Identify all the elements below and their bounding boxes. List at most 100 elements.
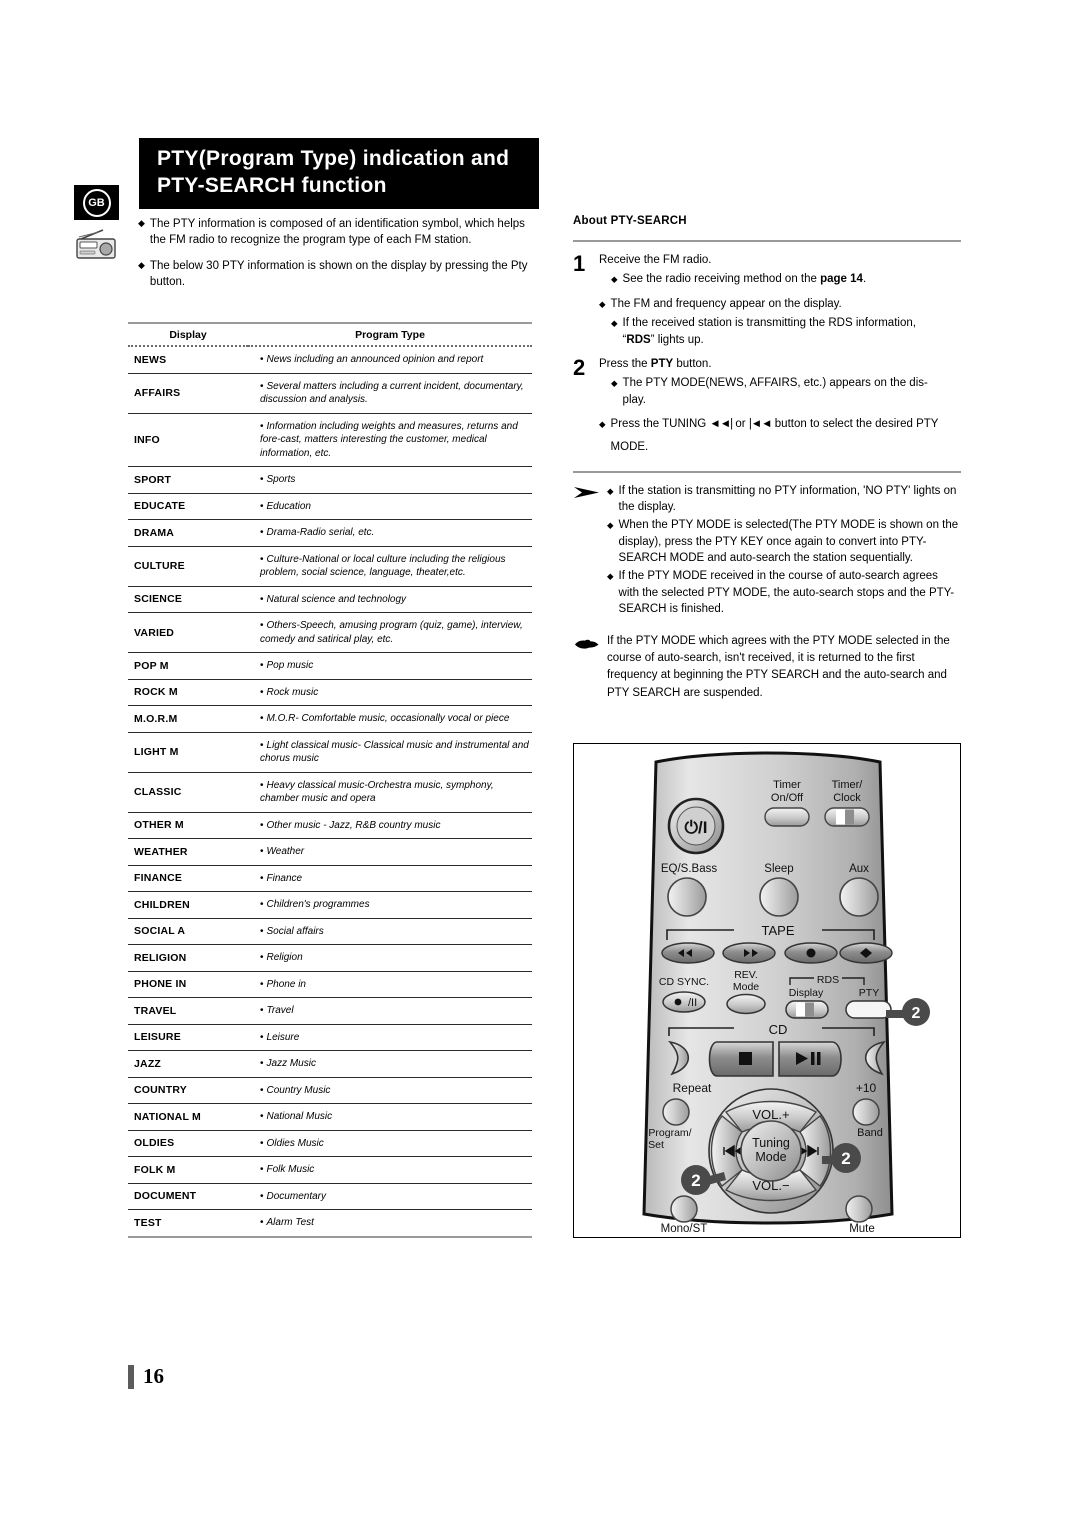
pty-program-type: • Several matters including a current inc… <box>248 373 532 414</box>
svg-text:Timer: Timer <box>773 779 801 791</box>
dot-bullet-icon: • <box>260 593 264 605</box>
intro-bullet-1-text: The PTY information is composed of an id… <box>149 218 525 247</box>
pty-display-code: COUNTRY <box>128 1077 248 1104</box>
table-row: VARIED • Others-Speech, amusing program (q… <box>128 612 532 653</box>
svg-text:2: 2 <box>691 1171 700 1190</box>
svg-text:2: 2 <box>912 1005 921 1022</box>
pty-display-code: NATIONAL M <box>128 1103 248 1131</box>
svg-text:Sleep: Sleep <box>764 863 793 875</box>
pty-program-type: • Folk Music <box>248 1156 532 1184</box>
table-row: NATIONAL M • National Music <box>128 1103 532 1131</box>
tuning-instruction-mid: or <box>735 418 746 431</box>
svg-text:TAPE: TAPE <box>762 923 795 938</box>
pty-program-type: • Others-Speech, amusing program (quiz, g… <box>248 612 532 653</box>
svg-text:RDS: RDS <box>817 974 839 986</box>
table-row: DRAMA • Drama-Radio serial, etc. <box>128 519 532 547</box>
locale-badge: GB <box>74 185 119 220</box>
section-divider <box>573 240 961 242</box>
pty-program-type: • Culture-National or local culture inclu… <box>248 546 532 587</box>
pty-display-code: LIGHT M <box>128 732 248 773</box>
table-row: RELIGION • Religion <box>128 944 532 972</box>
table-row: POP M • Pop music <box>128 652 532 680</box>
navigation-wheel: VOL.+ VOL.− Tuning Mode <box>708 1088 834 1214</box>
table-row: NEWS • News including an announced opinion… <box>128 346 532 374</box>
dot-bullet-icon: • <box>260 779 264 791</box>
svg-text:CD SYNC.: CD SYNC. <box>659 976 709 988</box>
table-row: CULTURE • Culture-National or local cultur… <box>128 546 532 587</box>
dot-bullet-icon: • <box>260 527 264 538</box>
pty-display-code: DOCUMENT <box>128 1183 248 1210</box>
diamond-bullet-icon: ◆ <box>599 419 606 430</box>
dot-bullet-icon: • <box>260 620 264 631</box>
page-number: 16 <box>128 1364 164 1389</box>
dot-bullet-icon: • <box>260 1137 264 1149</box>
dot-bullet-icon: • <box>260 978 264 990</box>
pty-display-code: EDUCATE <box>128 493 248 520</box>
step-1-lead: Receive the FM radio. <box>599 254 712 266</box>
table-header-row: Display Program Type <box>128 322 532 347</box>
pty-program-type: • Jazz Music <box>248 1050 532 1078</box>
pty-display-code: CULTURE <box>128 546 248 587</box>
sleep-button: Sleep <box>759 863 799 917</box>
page-title-line1: PTY(Program Type) indication and <box>157 147 510 170</box>
pty-program-type: • Social affairs <box>248 918 532 945</box>
pty-display-code: POP M <box>128 652 248 680</box>
svg-text:Tuning: Tuning <box>752 1136 790 1150</box>
step-2-sub-b: ◆ Press the TUNING ◄◄| or |◄◄ button to … <box>599 416 961 455</box>
pty-program-type: • Natural science and technology <box>248 586 532 613</box>
pty-display-code: FINANCE <box>128 865 248 892</box>
tuning-instruction-post: button to select the desired PTY <box>774 418 939 431</box>
notes-divider <box>573 470 961 473</box>
svg-text:REV.: REV. <box>734 969 758 981</box>
svg-text:VOL.+: VOL.+ <box>752 1107 789 1122</box>
callout-badge-pty: 2 <box>886 998 930 1026</box>
dot-bullet-icon: • <box>260 1111 264 1122</box>
table-row: OLDIES • Oldies Music <box>128 1130 532 1157</box>
svg-text:Timer/: Timer/ <box>832 779 864 791</box>
pty-display-code: OLDIES <box>128 1130 248 1157</box>
tuning-instruction-tail: MODE. <box>610 440 649 453</box>
svg-text:Mode: Mode <box>755 1150 786 1164</box>
step-1-sub-c-text: If the received station is transmitting … <box>622 317 916 347</box>
notes-block: ◆ If the station is transmitting no PTY i… <box>573 483 961 619</box>
diamond-bullet-icon: ◆ <box>607 570 614 581</box>
pty-display-code: SCIENCE <box>128 586 248 613</box>
pty-table: Display Program Type NEWS • News including… <box>128 322 532 1238</box>
dot-bullet-icon: • <box>260 1164 264 1175</box>
tuning-instruction-pre: Press the TUNING <box>610 418 707 431</box>
pty-display-code: NEWS <box>128 346 248 374</box>
dot-bullet-icon: • <box>260 660 264 671</box>
pty-program-type: • Travel <box>248 997 532 1025</box>
svg-text:Program/: Program/ <box>648 1127 691 1139</box>
pty-display-code: PHONE IN <box>128 971 248 998</box>
table-row: INFO • Information including weights and m… <box>128 413 532 467</box>
pty-program-type: • Alarm Test <box>248 1209 532 1238</box>
step-1-sub-a-text: See the radio receiving method on the pa… <box>622 273 867 286</box>
dot-bullet-icon: • <box>260 686 264 698</box>
dot-bullet-icon: • <box>260 553 264 565</box>
table-row: PHONE IN • Phone in <box>128 971 532 998</box>
dot-bullet-icon: • <box>260 500 264 512</box>
table-row: SPORT • Sports <box>128 466 532 494</box>
svg-text:⏻/I: ⏻/I <box>685 818 708 837</box>
table-row: ROCK M • Rock music <box>128 679 532 706</box>
table-row: AFFAIRS • Several matters including a curr… <box>128 373 532 414</box>
svg-text:Display: Display <box>789 987 824 999</box>
table-row: LEISURE • Leisure <box>128 1024 532 1051</box>
diamond-bullet-icon: ◆ <box>607 485 614 496</box>
pty-display-code: VARIED <box>128 612 248 653</box>
pty-display-code: TRAVEL <box>128 997 248 1025</box>
dot-bullet-icon: • <box>260 899 264 910</box>
pty-display-code: FOLK M <box>128 1156 248 1184</box>
dot-bullet-icon: • <box>260 1058 264 1069</box>
repeat-label: Repeat <box>673 1081 712 1095</box>
pty-display-code: WEATHER <box>128 838 248 866</box>
table-row: CLASSIC • Heavy classical music-Orchestra … <box>128 772 532 813</box>
pty-program-type: • National Music <box>248 1103 532 1131</box>
pty-display-code: TEST <box>128 1209 248 1238</box>
dot-bullet-icon: • <box>260 925 264 937</box>
prev-track-icon: ◄◄| <box>709 418 733 431</box>
pty-display-code: JAZZ <box>128 1050 248 1078</box>
table-row: SCIENCE • Natural science and technology <box>128 586 532 613</box>
diamond-bullet-icon: ◆ <box>611 274 618 285</box>
